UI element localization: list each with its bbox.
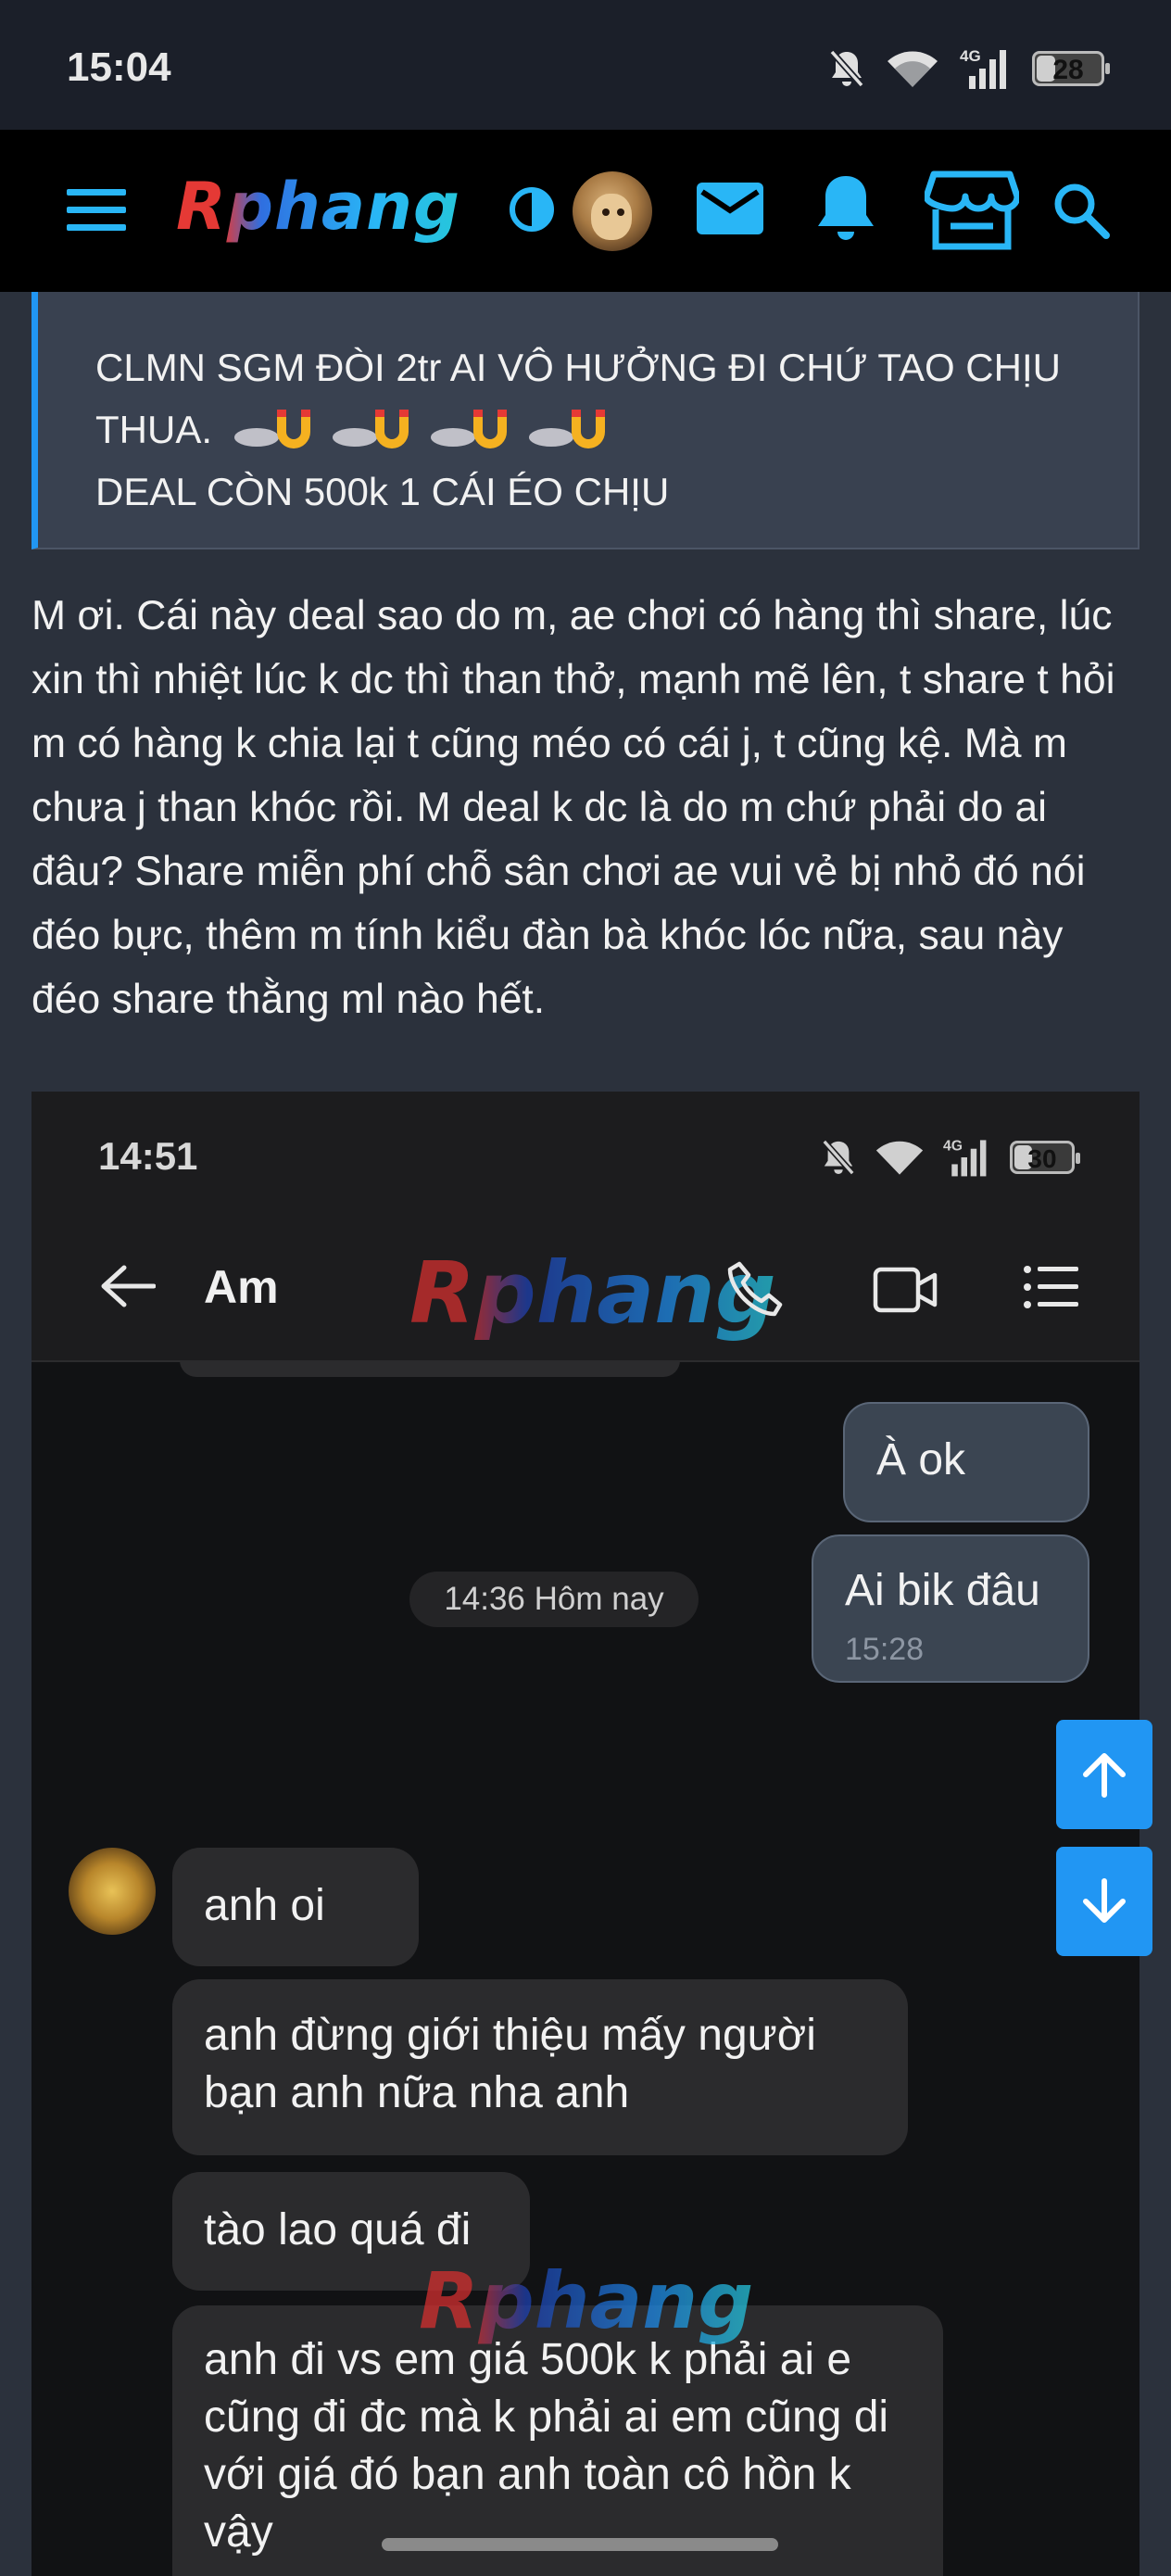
emoji-group xyxy=(233,404,612,448)
wifi-icon xyxy=(875,1141,924,1175)
site-navbar: Rphang xyxy=(0,130,1171,292)
watermark-logo: Rphang xyxy=(419,2255,754,2346)
svg-text:4G: 4G xyxy=(960,47,981,65)
rocket-magnet-emoji-icon xyxy=(528,410,605,448)
phone-icon xyxy=(727,1261,783,1317)
mail-icon[interactable] xyxy=(695,181,765,236)
bell-icon[interactable] xyxy=(815,172,876,246)
outgoing-message: Ai bik đâu 15:28 xyxy=(812,1534,1089,1683)
battery-level: 28 xyxy=(1052,55,1084,85)
menu-icon[interactable] xyxy=(67,187,126,232)
list-menu-icon xyxy=(1024,1266,1078,1308)
chat-header: Am Rphang xyxy=(31,1212,1140,1362)
theme-toggle-icon[interactable] xyxy=(508,185,556,234)
message-text: Ai bik đâu xyxy=(845,1566,1040,1615)
quote-block: CLMN SGM ĐÒI 2tr AI VÔ HƯỞNG ĐI CHỨ TAO … xyxy=(31,292,1140,549)
chat-status-icons: 4G 30 xyxy=(821,1136,1080,1179)
signal-4g-icon: 4G xyxy=(943,1139,987,1177)
back-arrow-icon xyxy=(101,1265,156,1307)
outgoing-message: À ok xyxy=(843,1402,1089,1522)
mute-bell-icon xyxy=(829,49,864,88)
store-icon[interactable] xyxy=(925,169,1019,252)
arrow-up-icon xyxy=(1083,1753,1126,1798)
incoming-message: anh đừng giới thiệu mấy người bạn anh nữ… xyxy=(172,1979,908,2155)
quote-line-2-text: THUA. xyxy=(95,408,212,451)
message-text: anh oi xyxy=(204,1881,325,1930)
chat-status-time: 14:51 xyxy=(98,1134,198,1178)
quote-line-1: CLMN SGM ĐÒI 2tr AI VÔ HƯỞNG ĐI CHỨ TAO … xyxy=(95,346,1061,389)
chat-contact-name: Am xyxy=(204,1261,279,1313)
quote-text: CLMN SGM ĐÒI 2tr AI VÔ HƯỞNG ĐI CHỨ TAO … xyxy=(95,336,1133,523)
avatar[interactable] xyxy=(573,171,652,251)
post-body: M ơi. Cái này deal sao do m, ae chơi có … xyxy=(31,593,1115,1022)
mute-bell-icon xyxy=(822,1139,855,1176)
contact-avatar xyxy=(69,1848,156,1935)
wifi-icon xyxy=(888,51,938,87)
cropped-message-bubble xyxy=(180,1360,680,1377)
rocket-magnet-emoji-icon xyxy=(233,410,310,448)
arrow-down-icon xyxy=(1083,1878,1126,1923)
rocket-magnet-emoji-icon xyxy=(430,410,507,448)
chat-battery-level: 30 xyxy=(1027,1144,1057,1173)
svg-text:4G: 4G xyxy=(943,1139,963,1155)
rocket-magnet-emoji-icon xyxy=(332,410,409,448)
message-text: anh đừng giới thiệu mấy người bạn anh nữ… xyxy=(204,2011,816,2117)
date-separator: 14:36 Hôm nay xyxy=(409,1572,699,1627)
message-text: tào lao quá đi xyxy=(204,2205,472,2254)
site-logo[interactable]: Rphang xyxy=(176,169,460,245)
chat-status-bar: 14:51 4G 30 xyxy=(31,1092,1140,1212)
signal-4g-icon: 4G xyxy=(960,47,1006,89)
quote-line-3: DEAL CÒN 500k 1 CÁI ÉO CHỊU xyxy=(95,470,670,513)
chat-screenshot-image: 14:51 4G 30 Am Rphang À ok Ai bik đâu 15… xyxy=(31,1092,1140,2576)
status-time: 15:04 xyxy=(67,44,171,90)
scroll-up-button[interactable] xyxy=(1056,1720,1152,1829)
battery-icon: 30 xyxy=(1010,1141,1080,1174)
status-bar: 15:04 4G 28 xyxy=(0,0,1171,130)
battery-icon: 28 xyxy=(1032,51,1110,86)
message-text: anh đi vs em giá 500k k phải ai e cũng đ… xyxy=(204,2335,889,2557)
quote-line-2: THUA. xyxy=(95,398,1133,461)
home-indicator[interactable] xyxy=(382,2538,778,2551)
scroll-down-button[interactable] xyxy=(1056,1847,1152,1956)
status-icons: 4G 28 xyxy=(828,46,1110,91)
video-call-icon xyxy=(873,1267,938,1313)
incoming-message: anh oi xyxy=(172,1848,419,1966)
message-timestamp: 15:28 xyxy=(845,1632,925,1667)
message-text: À ok xyxy=(876,1435,966,1484)
watermark-logo: Rphang xyxy=(409,1244,776,1343)
search-icon[interactable] xyxy=(1052,182,1110,239)
